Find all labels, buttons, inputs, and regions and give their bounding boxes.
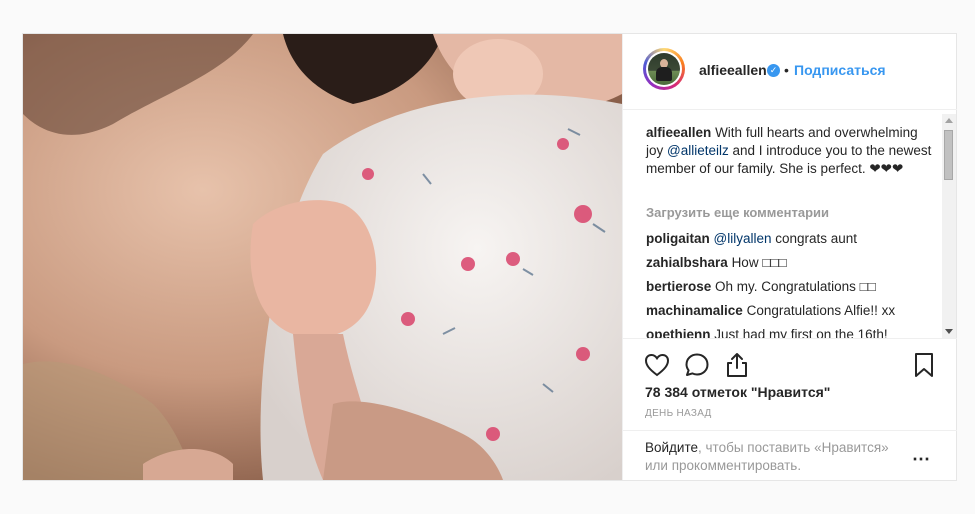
- post-timestamp[interactable]: день назад: [645, 408, 712, 419]
- header-username[interactable]: alfieeallen: [699, 62, 767, 78]
- comment-item: zahialbshara How □□□: [646, 255, 787, 270]
- action-bar: [623, 338, 957, 377]
- comment-item: bertierose Oh my. Congratulations □□: [646, 279, 876, 294]
- caption-mention[interactable]: @allieteilz: [667, 143, 729, 158]
- comment-item: opethjenn Just had my first on the 16th!: [646, 326, 936, 338]
- comment-item: poligaitan @lilyallen congrats aunt: [646, 231, 858, 246]
- scrollbar-thumb[interactable]: [944, 130, 953, 180]
- comment-item: machinamalice Congratulations Alfie!! xx: [646, 303, 896, 318]
- heart-icon[interactable]: [643, 351, 671, 379]
- post-photo[interactable]: [23, 34, 622, 480]
- scroll-down-arrow-icon[interactable]: [945, 329, 953, 334]
- comments-scrollbar[interactable]: [942, 114, 956, 338]
- comments-list: alfieeallen With full hearts and overwhe…: [623, 112, 957, 338]
- likes-count[interactable]: 78 384 отметок "Нравится": [645, 384, 830, 400]
- post-sidebar: alfieeallen ✓ • Подписаться alfieeallen …: [622, 34, 957, 481]
- instagram-post: alfieeallen ✓ • Подписаться alfieeallen …: [22, 33, 957, 481]
- caption: alfieeallen With full hearts and overwhe…: [646, 125, 932, 176]
- caption-username[interactable]: alfieeallen: [646, 125, 711, 140]
- verified-badge-icon: ✓: [767, 64, 780, 77]
- load-more-comments-button[interactable]: Загрузить еще комментарии: [646, 204, 936, 222]
- comment-username[interactable]: zahialbshara: [646, 255, 728, 270]
- follow-button[interactable]: Подписаться: [794, 62, 886, 78]
- avatar-image: [648, 53, 680, 85]
- login-prompt: Войдите, чтобы поставить «Нравится» или …: [623, 430, 957, 481]
- post-header: alfieeallen ✓ • Подписаться: [623, 34, 957, 110]
- bookmark-icon[interactable]: [910, 351, 938, 379]
- header-separator: •: [784, 62, 789, 78]
- login-link[interactable]: Войдите: [645, 440, 698, 455]
- comment-mention[interactable]: @lilyallen: [714, 231, 772, 246]
- avatar[interactable]: [643, 48, 685, 90]
- newborn-photo-illustration: [23, 34, 622, 480]
- comment-username[interactable]: bertierose: [646, 279, 711, 294]
- scroll-up-arrow-icon[interactable]: [945, 118, 953, 123]
- comment-username[interactable]: poligaitan: [646, 231, 710, 246]
- more-options-icon[interactable]: ⋯: [912, 449, 931, 470]
- share-icon[interactable]: [723, 351, 751, 379]
- comment-icon[interactable]: [683, 351, 711, 379]
- comment-username[interactable]: machinamalice: [646, 303, 743, 318]
- comment-username[interactable]: opethjenn: [646, 327, 711, 338]
